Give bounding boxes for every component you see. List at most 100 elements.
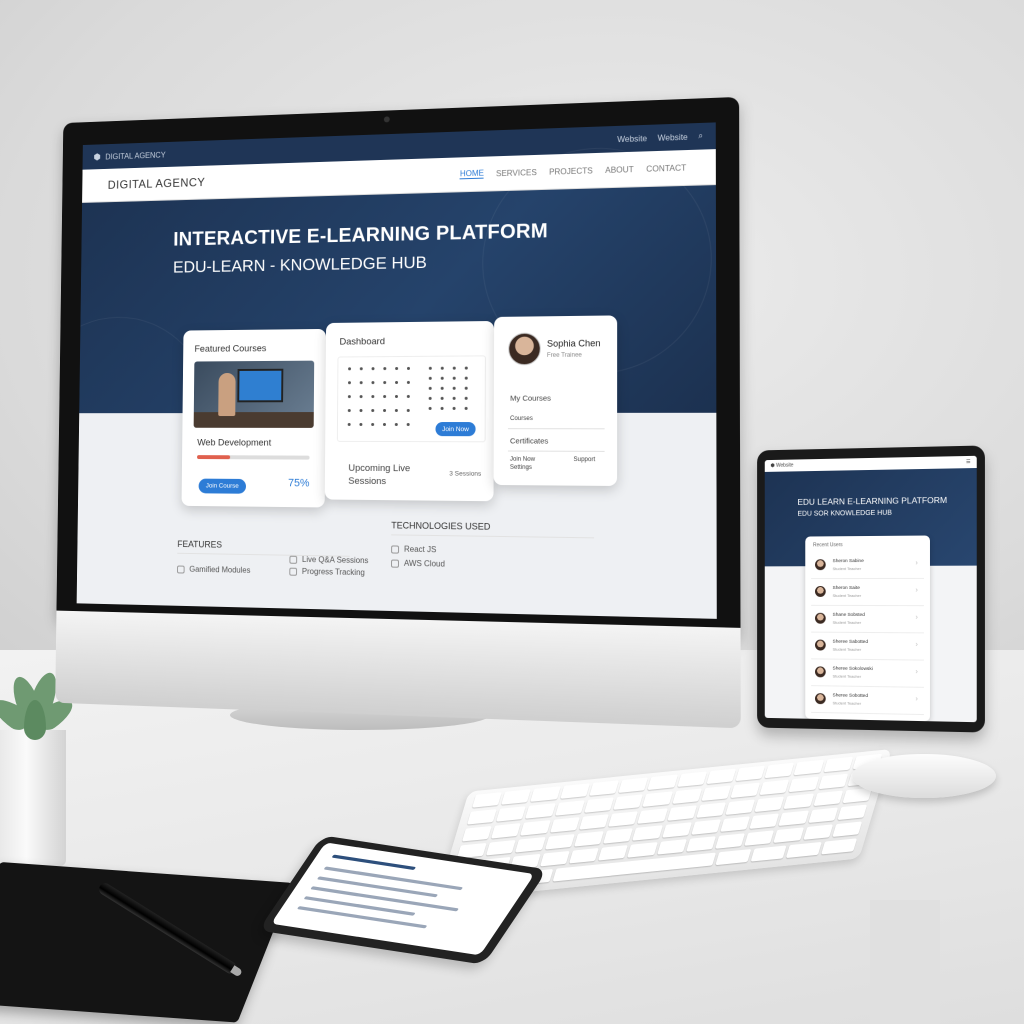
monitor-screen: ⬢ DIGITAL AGENCY Website Website ⌕ DIGIT…: [77, 122, 717, 618]
calendar-day[interactable]: [383, 409, 386, 412]
calendar-day[interactable]: [407, 423, 410, 426]
calendar-day[interactable]: [441, 367, 444, 370]
calendar-day[interactable]: [372, 367, 375, 370]
profile-name: Sophia Chen: [547, 338, 601, 349]
calendar-day[interactable]: [407, 367, 410, 370]
panel-heading: Recent Users: [813, 542, 843, 548]
calendar-day[interactable]: [383, 395, 386, 398]
dashboard-card: Dashboard Join Now Upcoming Live Session…: [325, 321, 494, 501]
user-row[interactable]: Sheron Saite Student Teacher ›: [811, 581, 924, 606]
calendar-day[interactable]: [465, 407, 468, 410]
desk-image-part: [194, 412, 314, 428]
user-row[interactable]: Sheron Sabine Student Teacher ›: [811, 554, 924, 579]
calendar-day[interactable]: [360, 409, 363, 412]
calendar-day[interactable]: [429, 387, 432, 390]
menu-icon[interactable]: ☰: [966, 459, 971, 465]
calendar-day[interactable]: [441, 387, 444, 390]
calendar-day[interactable]: [441, 407, 444, 410]
menu-my-courses[interactable]: My Courses: [510, 394, 551, 403]
chevron-right-icon: ›: [916, 696, 918, 703]
feature-label: Live Q&A Sessions: [302, 555, 368, 565]
calendar-day[interactable]: [348, 423, 351, 426]
calendar-day[interactable]: [395, 409, 398, 412]
menu-divider: [508, 428, 605, 429]
avatar[interactable]: [508, 333, 541, 366]
calendar-day[interactable]: [359, 423, 362, 426]
course-name[interactable]: Web Development: [197, 438, 271, 449]
calendar-day[interactable]: [429, 407, 432, 410]
calendar-day[interactable]: [360, 395, 363, 398]
calendar-day[interactable]: [371, 423, 374, 426]
technology-icon: [391, 545, 399, 553]
calendar-day[interactable]: [383, 423, 386, 426]
calendar-day[interactable]: [453, 407, 456, 410]
calendar-day[interactable]: [465, 377, 468, 380]
calendar-day[interactable]: [395, 381, 398, 384]
avatar: [815, 559, 826, 570]
calendar-day[interactable]: [371, 409, 374, 412]
calendar-day[interactable]: [383, 367, 386, 370]
person-image-part: [218, 373, 235, 416]
user-row[interactable]: Sheree Sobotted Student Teacher ›: [811, 688, 924, 715]
chevron-right-icon: ›: [916, 614, 918, 621]
calendar-day[interactable]: [407, 409, 410, 412]
hero-subtitle: EDU-LEARN - KNOWLEDGE HUB: [173, 253, 427, 278]
calendar-day[interactable]: [395, 395, 398, 398]
user-row[interactable]: Shane Sobsted Student Teacher ›: [811, 608, 924, 634]
top-bar-link[interactable]: Website: [658, 132, 688, 142]
nav-home[interactable]: HOME: [460, 169, 484, 180]
top-bar-link[interactable]: Website: [617, 134, 647, 144]
calendar-day[interactable]: [441, 397, 444, 400]
calendar-day[interactable]: [465, 387, 468, 390]
menu-join-now[interactable]: Join Now: [510, 457, 535, 463]
calendar-day[interactable]: [429, 397, 432, 400]
calendar-day[interactable]: [453, 367, 456, 370]
user-role: Student Teacher: [833, 593, 862, 598]
calendar-day[interactable]: [453, 377, 456, 380]
feature-item: Progress Tracking: [289, 567, 365, 577]
site-brand[interactable]: DIGITAL AGENCY: [108, 175, 206, 191]
join-now-button[interactable]: Join Now: [435, 422, 475, 436]
user-role: Student Teacher: [833, 620, 862, 625]
profile-role: Free Trainee: [547, 353, 582, 359]
calendar-day[interactable]: [465, 397, 468, 400]
chevron-right-icon: ›: [916, 669, 918, 676]
calendar-day[interactable]: [395, 367, 398, 370]
user-row[interactable]: Sheree Sokolowski Student Teacher ›: [811, 661, 924, 688]
upcoming-sessions-label: Upcoming Live Sessions: [348, 462, 427, 489]
tablet-subtitle: EDU SOR KNOWLEDGE HUB: [798, 510, 892, 518]
calendar-day[interactable]: [429, 367, 432, 370]
course-thumbnail[interactable]: [194, 361, 315, 428]
calendar-day[interactable]: [395, 423, 398, 426]
calendar-day[interactable]: [371, 381, 374, 384]
calendar-day[interactable]: [407, 395, 410, 398]
avatar: [815, 693, 826, 704]
calendar-day[interactable]: [348, 409, 351, 412]
avatar: [815, 613, 826, 624]
user-role: Student Teacher: [833, 674, 862, 679]
calendar-day[interactable]: [348, 381, 351, 384]
calendar-day[interactable]: [465, 367, 468, 370]
calendar-day[interactable]: [429, 377, 432, 380]
calendar-day[interactable]: [360, 381, 363, 384]
calendar-day[interactable]: [453, 387, 456, 390]
tablet-title: EDU LEARN E-LEARNING PLATFORM: [798, 495, 948, 507]
search-icon[interactable]: ⌕: [698, 131, 703, 141]
user-row[interactable]: Sheree Sabotted Student Teacher ›: [811, 635, 924, 661]
menu-settings[interactable]: Settings: [510, 465, 532, 471]
monitor-image-part: [237, 369, 283, 403]
calendar-day[interactable]: [360, 367, 363, 370]
calendar-day[interactable]: [348, 395, 351, 398]
calendar-day[interactable]: [383, 381, 386, 384]
calendar-day[interactable]: [407, 381, 410, 384]
card-heading: Dashboard: [339, 336, 385, 347]
menu-support[interactable]: Support: [573, 457, 595, 463]
calendar-day[interactable]: [453, 397, 456, 400]
calendar-day[interactable]: [348, 367, 351, 370]
calendar-day[interactable]: [441, 377, 444, 380]
join-course-button[interactable]: Join Course: [199, 479, 246, 494]
menu-courses[interactable]: Courses: [510, 416, 533, 422]
calendar-day[interactable]: [371, 395, 374, 398]
sessions-count[interactable]: 3 Sessions: [449, 470, 481, 477]
menu-certificates[interactable]: Certificates: [510, 436, 548, 445]
